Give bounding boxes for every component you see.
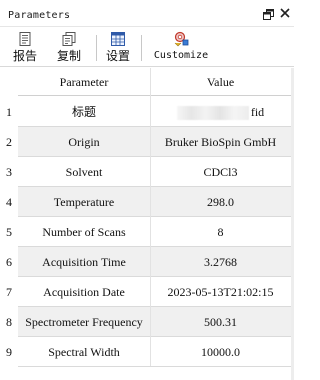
parameter-cell: Solvent: [65, 165, 103, 179]
table-row[interactable]: Number of Scans 8: [18, 217, 291, 247]
value-cell: 3.2768: [204, 255, 237, 269]
table-row[interactable]: Spectrometer Frequency 500.31: [18, 307, 291, 337]
value-cell: 10000.0: [201, 345, 240, 359]
value-cell: 298.0: [207, 195, 234, 209]
parameters-panel: Parameters 报告 复制 设置 Customize 1 2 3 4 5 …: [0, 0, 294, 380]
customize-button-label: Customize: [153, 50, 209, 61]
settings-button[interactable]: 设置: [103, 31, 133, 65]
parameter-cell: 标题: [71, 105, 96, 119]
row-number: 5: [6, 225, 12, 239]
table-row[interactable]: Origin Bruker BioSpin GmbH: [18, 127, 291, 157]
column-header-value[interactable]: Value: [150, 68, 291, 96]
parameter-cell: Acquisition Time: [42, 255, 126, 269]
settings-table-icon: [111, 32, 125, 46]
report-button[interactable]: 报告: [10, 31, 40, 65]
column-header-parameter[interactable]: Parameter: [18, 68, 150, 96]
parameter-cell: Number of Scans: [42, 225, 126, 239]
row-number: 1: [6, 105, 12, 119]
close-icon[interactable]: [280, 8, 290, 18]
panel-title: Parameters: [8, 10, 71, 21]
row-number: 8: [6, 315, 12, 329]
copy-button-label: 复制: [56, 49, 81, 63]
row-number: 4: [6, 195, 12, 209]
value-cell-text: fid: [250, 105, 265, 119]
report-icon: [19, 32, 31, 46]
parameters-table: 1 2 3 4 5 6 7 8 9 Parameter Value 标题 fid…: [0, 68, 294, 380]
parameter-cell: Temperature: [53, 195, 115, 209]
panel-toolbar: 报告 复制 设置 Customize: [0, 27, 294, 67]
copy-icon: [62, 32, 76, 46]
value-cell: Bruker BioSpin GmbH: [164, 135, 277, 149]
row-number: 6: [6, 255, 12, 269]
table-row[interactable]: Acquisition Date 2023-05-13T21:02:15: [18, 277, 291, 307]
row-number: 9: [6, 345, 12, 359]
redacted-text: [176, 106, 249, 121]
customize-icon: [174, 31, 189, 47]
parameter-cell: Spectrometer Frequency: [25, 315, 143, 329]
value-cell: 2023-05-13T21:02:15: [167, 285, 274, 299]
parameter-cell: Spectral Width: [48, 345, 120, 359]
report-button-label: 报告: [12, 49, 37, 63]
parameter-cell: Acquisition Date: [43, 285, 125, 299]
table-row[interactable]: Temperature 298.0: [18, 187, 291, 217]
value-cell: 8: [217, 225, 224, 239]
customize-button[interactable]: Customize: [152, 31, 210, 65]
copy-button[interactable]: 复制: [54, 31, 84, 65]
row-number: 3: [6, 165, 12, 179]
row-number: 7: [6, 285, 12, 299]
table-row[interactable]: 标题 fid: [18, 97, 291, 127]
table-row[interactable]: Acquisition Time 3.2768: [18, 247, 291, 277]
value-cell: CDCl3: [203, 165, 238, 179]
row-number: 2: [6, 135, 12, 149]
row-number-column: 1 2 3 4 5 6 7 8 9: [0, 68, 18, 380]
panel-titlebar: Parameters: [0, 0, 294, 27]
toolbar-separator: [96, 35, 97, 61]
float-window-icon[interactable]: [263, 9, 274, 20]
table-row[interactable]: Spectral Width 10000.0: [18, 337, 291, 367]
value-cell: 500.31: [204, 315, 237, 329]
toolbar-separator: [141, 35, 142, 61]
parameter-cell: Origin: [68, 135, 100, 149]
vertical-scrollbar[interactable]: [291, 68, 294, 380]
table-header: Parameter Value: [18, 68, 291, 96]
table-row[interactable]: Solvent CDCl3: [18, 157, 291, 187]
settings-button-label: 设置: [105, 49, 130, 63]
value-cell: fid: [150, 97, 291, 127]
column-divider: [150, 68, 151, 366]
